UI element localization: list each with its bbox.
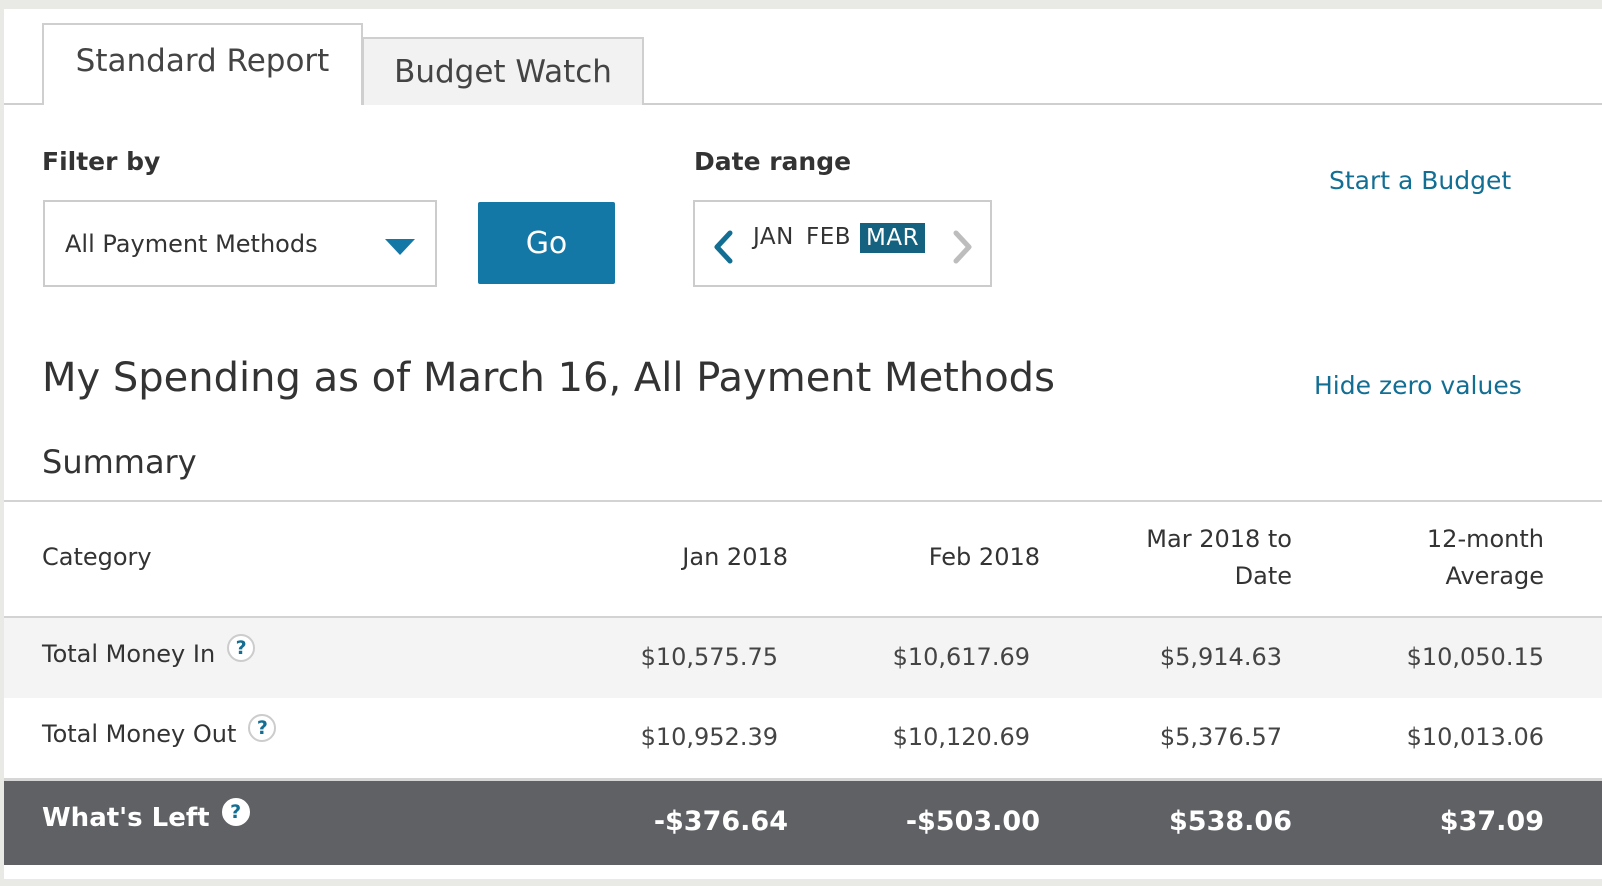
cell-average: $37.09	[1439, 806, 1544, 837]
row-category-label: Total Money Out	[42, 720, 237, 748]
help-icon[interactable]: ?	[221, 798, 250, 826]
cell-mar: $5,376.57	[1159, 723, 1282, 751]
tab-label: Budget Watch	[394, 54, 612, 90]
hide-zero-values-link[interactable]: Hide zero values	[1314, 371, 1522, 400]
column-header-average-line2: Average	[1445, 562, 1544, 590]
column-header-feb: Feb 2018	[928, 543, 1040, 571]
tab-standard-report[interactable]: Standard Report	[42, 23, 363, 105]
column-header-mar-line2: Date	[1234, 562, 1292, 590]
cell-jan: -$376.64	[653, 806, 788, 837]
column-header-average: 12-month Average	[1344, 521, 1544, 595]
help-icon[interactable]: ?	[227, 634, 256, 662]
cell-mar: $538.06	[1169, 806, 1292, 837]
caret-down-icon	[385, 239, 415, 255]
cell-average: $10,013.06	[1406, 723, 1544, 751]
column-header-jan: Jan 2018	[682, 543, 788, 571]
column-header-category: Category	[42, 543, 152, 571]
month-jan[interactable]: JAN	[753, 224, 794, 250]
go-label: Go	[525, 225, 568, 261]
chevron-right-icon[interactable]	[949, 230, 975, 264]
row-category: Total Money Out ?	[42, 714, 277, 748]
cell-feb: -$503.00	[905, 806, 1040, 837]
help-icon[interactable]: ?	[248, 714, 277, 742]
tab-budget-watch[interactable]: Budget Watch	[362, 37, 644, 105]
cell-mar: $5,914.63	[1159, 643, 1282, 671]
report-panel: Standard Report Budget Watch Filter by A…	[4, 9, 1602, 879]
row-category-label: Total Money In	[42, 640, 216, 668]
date-range-label: Date range	[694, 147, 852, 176]
filter-by-label: Filter by	[42, 147, 161, 176]
column-header-mar: Mar 2018 to Date	[1092, 521, 1292, 595]
go-button[interactable]: Go	[478, 202, 615, 284]
summary-title: Summary	[42, 443, 197, 481]
cell-jan: $10,952.39	[640, 723, 778, 751]
start-budget-link[interactable]: Start a Budget	[1329, 166, 1511, 195]
row-category-label: What's Left	[42, 803, 210, 833]
table-row-money-out: Total Money Out ? $10,952.39 $10,120.69 …	[4, 698, 1602, 778]
column-header-mar-line1: Mar 2018 to	[1146, 525, 1292, 553]
month-feb[interactable]: FEB	[806, 224, 851, 250]
payment-method-select[interactable]: All Payment Methods	[43, 200, 437, 287]
column-header-average-line1: 12-month	[1426, 525, 1544, 553]
page-title: My Spending as of March 16, All Payment …	[42, 355, 1055, 401]
cell-feb: $10,617.69	[892, 643, 1030, 671]
date-range-selector: JAN FEB MAR	[693, 200, 992, 287]
summary-divider	[4, 500, 1602, 502]
cell-average: $10,050.15	[1406, 643, 1544, 671]
row-category: Total Money In ?	[42, 634, 256, 668]
cell-jan: $10,575.75	[640, 643, 778, 671]
month-mar-selected[interactable]: MAR	[860, 223, 926, 253]
row-category: What's Left ?	[42, 798, 250, 833]
chevron-left-icon[interactable]	[711, 230, 737, 264]
payment-method-value: All Payment Methods	[65, 229, 318, 258]
tab-label: Standard Report	[75, 43, 330, 79]
table-row-money-in: Total Money In ? $10,575.75 $10,617.69 $…	[4, 618, 1602, 698]
table-row-whats-left: What's Left ? -$376.64 -$503.00 $538.06 …	[4, 781, 1602, 865]
cell-feb: $10,120.69	[892, 723, 1030, 751]
